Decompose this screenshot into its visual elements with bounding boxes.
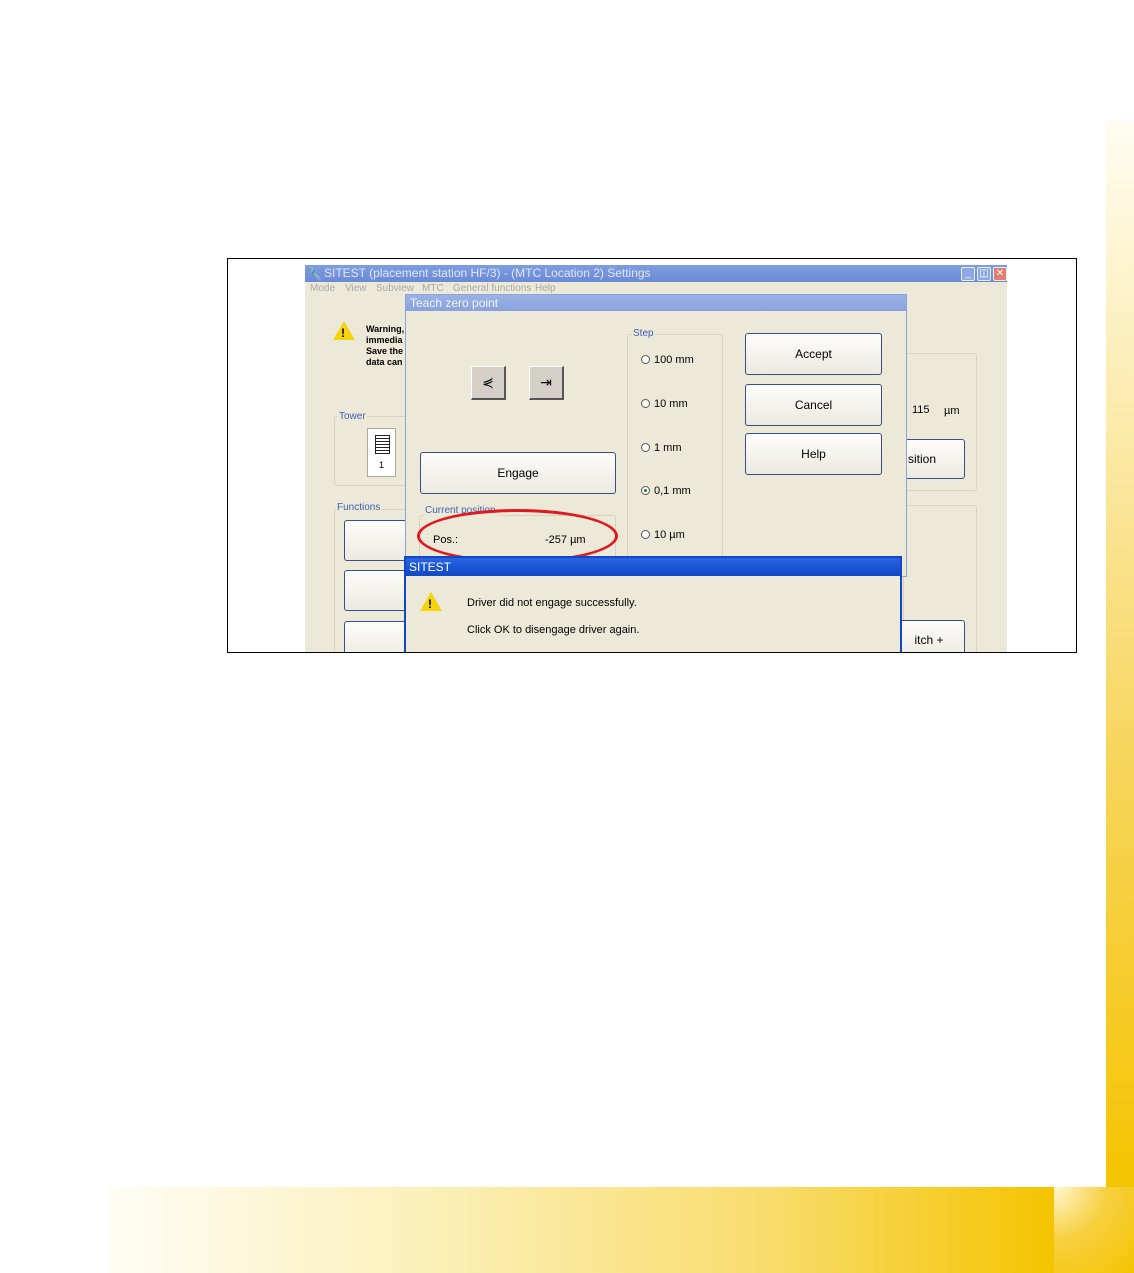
jog-left-button[interactable]: ⋞ xyxy=(471,366,506,400)
tower-label: Tower xyxy=(338,411,367,422)
switch-plus-button[interactable]: itch + xyxy=(893,620,965,652)
jog-right-button[interactable]: ⇥ xyxy=(529,366,564,400)
message-box-titlebar[interactable]: SITEST xyxy=(406,558,900,576)
decorative-side-band xyxy=(1106,120,1134,1187)
function-button-2[interactable] xyxy=(344,570,412,611)
teach-dialog-titlebar[interactable]: Teach zero point xyxy=(406,295,906,311)
close-button[interactable]: ✕ xyxy=(993,267,1007,281)
message-box-title: SITEST xyxy=(409,560,452,574)
function-button-1[interactable] xyxy=(344,520,412,561)
tower-icon xyxy=(375,435,390,454)
step-radio-100mm[interactable]: 100 mm xyxy=(641,354,694,366)
step-radio-1mm[interactable]: 1 mm xyxy=(641,442,682,454)
message-line-2: Click OK to disengage driver again. xyxy=(467,624,640,636)
function-button-3[interactable] xyxy=(344,621,412,652)
step-radio-10um[interactable]: 10 µm xyxy=(641,529,685,541)
step-radio-0-1mm[interactable]: 0,1 mm xyxy=(641,485,691,497)
warning-text: Warning, immedia Save the data can xyxy=(366,324,405,367)
value-unit: µm xyxy=(944,405,960,417)
position-button[interactable]: sition xyxy=(905,439,965,479)
menu-view[interactable]: View xyxy=(345,282,367,295)
arrow-right-icon: ⇥ xyxy=(540,374,552,390)
engage-button[interactable]: Engage xyxy=(420,452,616,494)
screenshot-frame: 🔧 SITEST (placement station HF/3) - (MTC… xyxy=(227,258,1077,653)
wrench-icon: 🔧 xyxy=(307,267,322,281)
step-label: Step xyxy=(632,328,655,339)
sitest-message-box: SITEST ! Driver did not engage successfu… xyxy=(404,556,902,652)
help-button[interactable]: Help xyxy=(745,433,882,475)
tower-number: 1 xyxy=(378,460,384,470)
highlight-ellipse xyxy=(417,509,618,563)
arrow-left-icon: ⋞ xyxy=(482,374,494,390)
message-line-1: Driver did not engage successfully. xyxy=(467,597,637,609)
decorative-corner xyxy=(1054,1187,1134,1273)
main-window-title: SITEST (placement station HF/3) - (MTC L… xyxy=(324,266,651,280)
app-window: 🔧 SITEST (placement station HF/3) - (MTC… xyxy=(305,265,1007,652)
cancel-button[interactable]: Cancel xyxy=(745,384,882,426)
restore-button[interactable]: ◫ xyxy=(977,267,991,281)
functions-label: Functions xyxy=(336,502,382,513)
teach-dialog-title: Teach zero point xyxy=(410,296,499,310)
value-readout: 115 xyxy=(912,404,930,416)
minimize-button[interactable]: _ xyxy=(961,267,975,281)
tower-slot[interactable]: 1 xyxy=(367,428,396,477)
teach-zero-point-dialog: Teach zero point ⋞ ⇥ Engage Current posi… xyxy=(405,294,907,577)
step-radio-10mm[interactable]: 10 mm xyxy=(641,398,688,410)
decorative-bottom-band xyxy=(108,1187,1054,1273)
menu-mode[interactable]: Mode xyxy=(310,282,335,295)
main-titlebar[interactable]: 🔧 SITEST (placement station HF/3) - (MTC… xyxy=(305,265,1007,282)
accept-button[interactable]: Accept xyxy=(745,333,882,375)
